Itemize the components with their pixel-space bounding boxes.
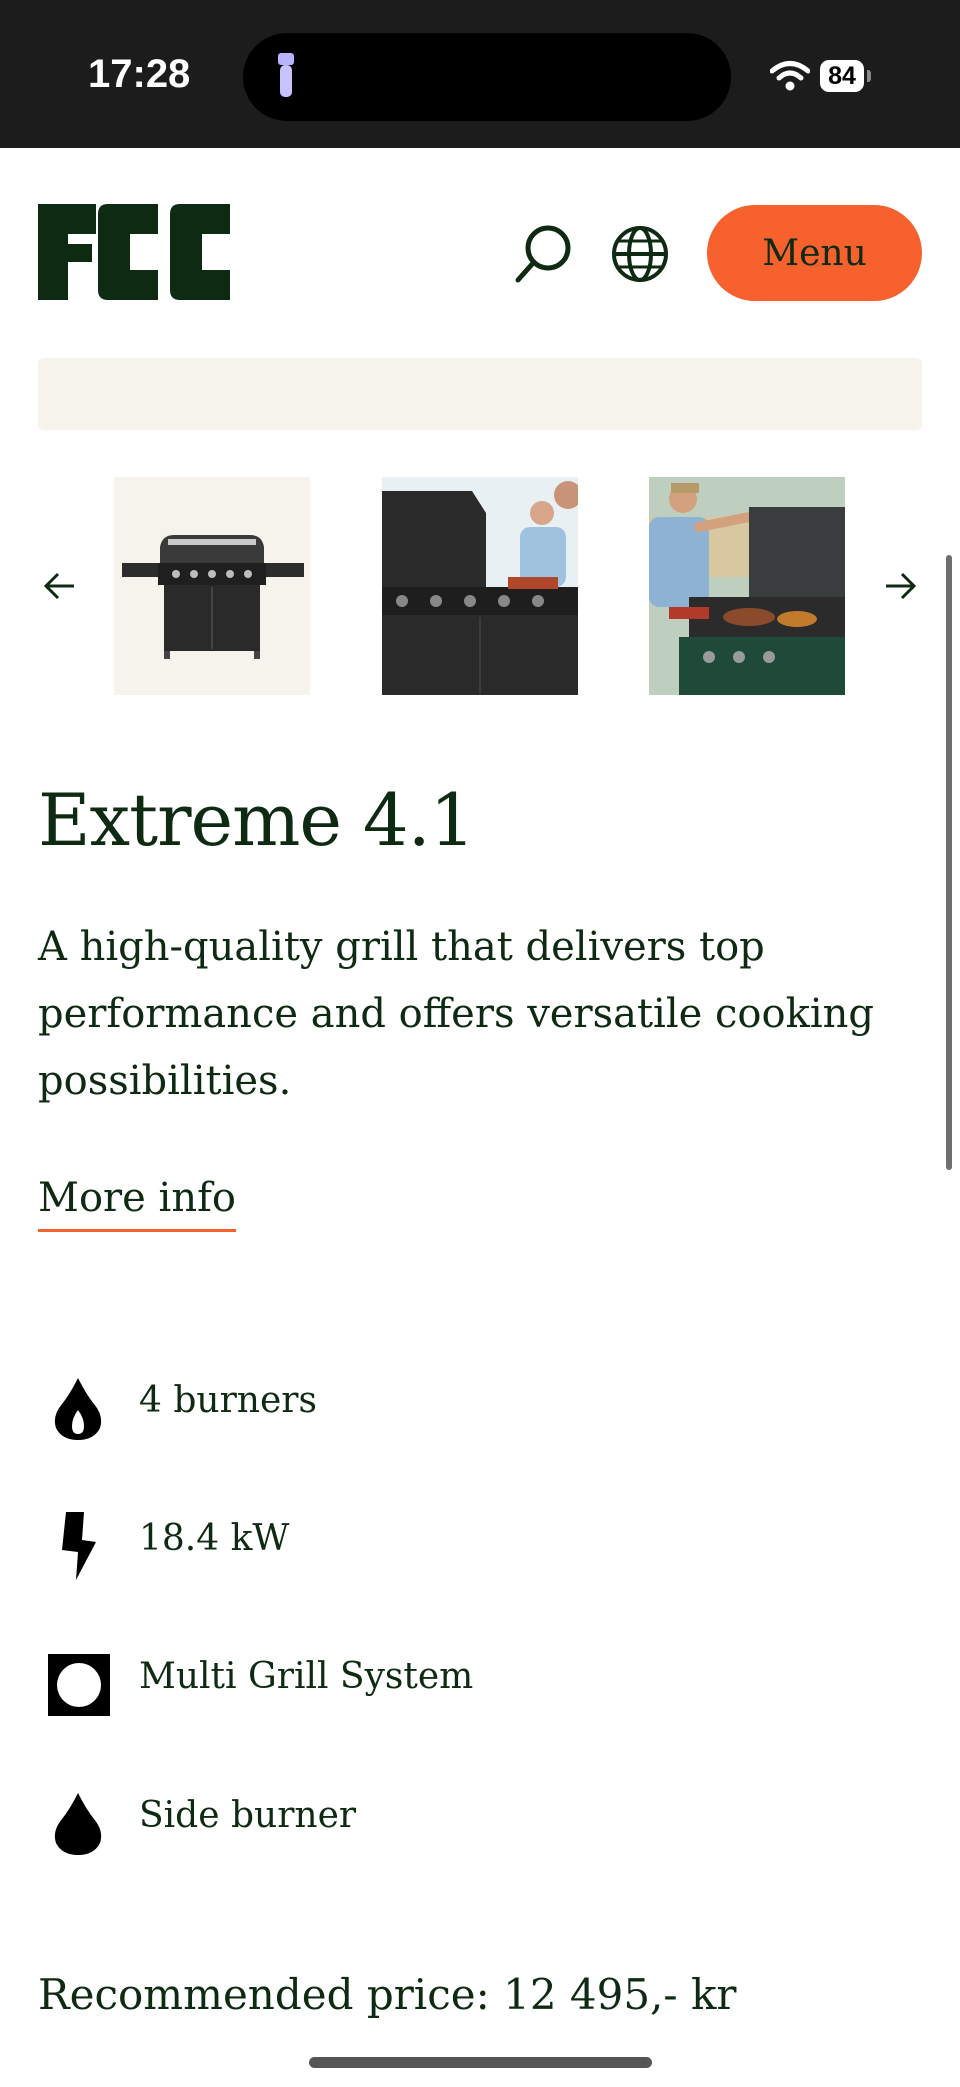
feature-multi-grill: Multi Grill System — [40, 1638, 920, 1718]
gallery-thumbnail-1[interactable] — [114, 477, 310, 695]
dynamic-island — [243, 33, 731, 121]
flame-icon — [54, 1378, 102, 1440]
people-grilling-image-2 — [649, 477, 845, 695]
search-button[interactable] — [512, 222, 576, 286]
menu-button[interactable]: Menu — [707, 205, 922, 301]
status-bar: 17:28 84 — [0, 0, 960, 148]
more-info-link[interactable]: More info — [38, 1175, 236, 1232]
wifi-icon — [770, 61, 810, 91]
gallery-thumbnail-3[interactable] — [649, 477, 845, 695]
search-icon — [515, 225, 571, 283]
arrow-left-icon — [43, 572, 74, 600]
grill-product-image — [114, 477, 310, 695]
feature-label: 4 burners — [139, 1380, 317, 1421]
feature-power: 18.4 kW — [40, 1500, 920, 1580]
feature-burners: 4 burners — [40, 1362, 920, 1442]
globe-icon — [612, 226, 668, 282]
info-banner — [38, 358, 922, 430]
battery-tip — [867, 70, 871, 82]
fcc-logo[interactable] — [38, 204, 230, 300]
gallery-next-button[interactable] — [880, 566, 920, 606]
product-title: Extreme 4.1 — [38, 778, 475, 862]
product-description: A high-quality grill that delivers top p… — [38, 924, 874, 1104]
language-button[interactable] — [608, 222, 672, 286]
feature-label: 18.4 kW — [139, 1518, 290, 1559]
battery-indicator: 84 — [820, 60, 864, 92]
fcc-logo-mark — [38, 204, 230, 300]
gallery-thumbnail-2[interactable] — [382, 477, 578, 695]
recommended-price: Recommended price: 12 495,- kr — [38, 1970, 737, 2019]
status-time: 17:28 — [88, 52, 191, 96]
people-grilling-image-1 — [382, 477, 578, 695]
multi-grill-icon — [48, 1654, 110, 1716]
drop-flame-icon — [54, 1793, 102, 1855]
lightning-icon — [62, 1512, 96, 1580]
home-indicator[interactable] — [309, 2057, 652, 2068]
flashlight-icon — [278, 53, 294, 97]
gallery-prev-button[interactable] — [40, 566, 80, 606]
feature-label: Multi Grill System — [139, 1656, 474, 1697]
feature-label: Side burner — [139, 1795, 357, 1836]
scrollbar[interactable] — [946, 555, 952, 1170]
arrow-right-icon — [886, 572, 917, 600]
feature-side-burner: Side burner — [40, 1777, 920, 1857]
